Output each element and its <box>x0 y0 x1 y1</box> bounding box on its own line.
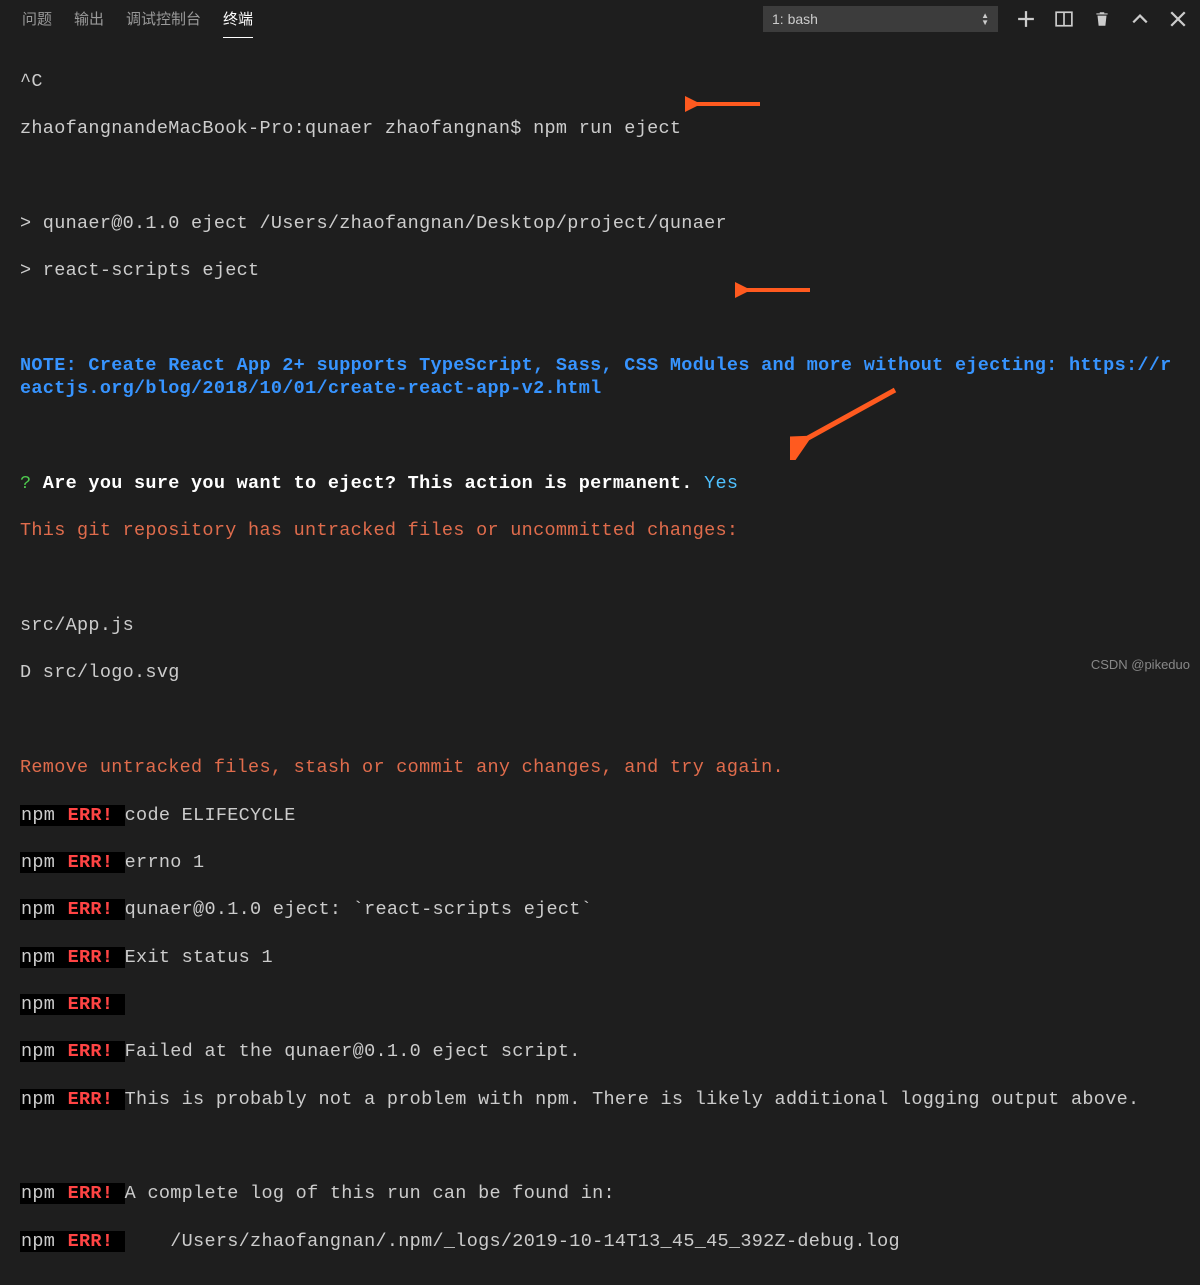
terminal-line: Remove untracked files, stash or commit … <box>20 756 1180 780</box>
terminal-line: ? Are you sure you want to eject? This a… <box>20 472 1180 496</box>
tab-output[interactable]: 输出 <box>74 0 104 38</box>
terminal-line <box>20 164 1180 188</box>
panel-header: 问题 输出 调试控制台 终端 1: bash ▲▼ <box>0 0 1200 38</box>
close-panel-button[interactable] <box>1168 9 1188 29</box>
tab-problems[interactable]: 问题 <box>22 0 52 38</box>
panel-tabs: 问题 输出 调试控制台 终端 <box>12 0 253 38</box>
terminal-line: This git repository has untracked files … <box>20 519 1180 543</box>
terminal-line <box>20 567 1180 591</box>
terminal-line: npm ERR! This is probably not a problem … <box>20 1088 1180 1112</box>
trash-icon <box>1093 10 1111 28</box>
terminal-line: ^C <box>20 70 1180 94</box>
terminal-line <box>20 709 1180 733</box>
terminal-line: npm ERR! <box>20 993 1180 1017</box>
terminal-line: npm ERR! /Users/zhaofangnan/.npm/_logs/2… <box>20 1230 1180 1254</box>
terminal-line: zhaofangnandeMacBook-Pro:qunaer zhaofang… <box>20 117 1180 141</box>
terminal-line: src/App.js <box>20 614 1180 638</box>
terminal-selector[interactable]: 1: bash ▲▼ <box>763 6 998 32</box>
terminal-line: npm ERR! qunaer@0.1.0 eject: `react-scri… <box>20 898 1180 922</box>
panel-controls: 1: bash ▲▼ <box>763 6 1188 32</box>
split-terminal-button[interactable] <box>1054 9 1074 29</box>
terminal-selector-label: 1: bash <box>772 11 818 27</box>
kill-terminal-button[interactable] <box>1092 9 1112 29</box>
chevron-updown-icon: ▲▼ <box>981 12 989 26</box>
terminal-output[interactable]: ^C zhaofangnandeMacBook-Pro:qunaer zhaof… <box>0 38 1200 1285</box>
close-icon <box>1169 10 1187 28</box>
new-terminal-button[interactable] <box>1016 9 1036 29</box>
terminal-line <box>20 306 1180 330</box>
terminal-line: npm ERR! errno 1 <box>20 851 1180 875</box>
terminal-line: > react-scripts eject <box>20 259 1180 283</box>
split-icon <box>1055 10 1073 28</box>
terminal-line <box>20 425 1180 449</box>
chevron-up-icon <box>1131 10 1149 28</box>
terminal-line: npm ERR! Exit status 1 <box>20 946 1180 970</box>
terminal-line: npm ERR! code ELIFECYCLE <box>20 804 1180 828</box>
tab-debug-console[interactable]: 调试控制台 <box>126 0 201 38</box>
terminal-line: npm ERR! Failed at the qunaer@0.1.0 ejec… <box>20 1040 1180 1064</box>
terminal-line: npm ERR! A complete log of this run can … <box>20 1182 1180 1206</box>
terminal-line: NOTE: Create React App 2+ supports TypeS… <box>20 354 1180 401</box>
terminal-line: D src/logo.svg <box>20 661 1180 685</box>
maximize-panel-button[interactable] <box>1130 9 1150 29</box>
plus-icon <box>1017 10 1035 28</box>
terminal-line <box>20 1135 1180 1159</box>
watermark: CSDN @pikeduo <box>1091 657 1190 672</box>
tab-terminal[interactable]: 终端 <box>223 0 253 38</box>
terminal-line: > qunaer@0.1.0 eject /Users/zhaofangnan/… <box>20 212 1180 236</box>
